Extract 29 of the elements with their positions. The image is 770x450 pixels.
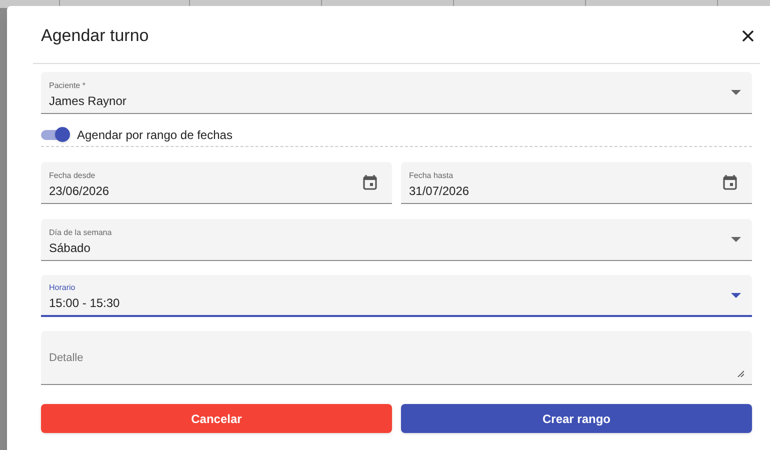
toggle-switch[interactable] — [41, 127, 70, 142]
dropdown-caret-icon — [731, 90, 741, 95]
field-label: Fecha hasta — [409, 170, 454, 180]
resize-handle-icon[interactable] — [737, 370, 744, 377]
date-field[interactable]: Fecha desde 23/06/2026 — [41, 162, 392, 204]
field-value: Sábado — [49, 240, 92, 256]
dropdown-caret-icon — [731, 237, 741, 242]
select-field[interactable]: Paciente * James Raynor — [41, 72, 752, 114]
field-value: 23/06/2026 — [49, 182, 110, 198]
field-value: James Raynor — [49, 92, 126, 108]
select-field[interactable]: Día de la semana Sábado — [41, 219, 752, 261]
field-value: 15:00 - 15:30 — [49, 295, 120, 311]
select-field[interactable]: Horario 15:00 - 15:30 — [41, 275, 752, 317]
date-field[interactable]: Fecha hasta 31/07/2026 — [401, 162, 752, 204]
toggle-label: Agendar por rango de fechas — [77, 126, 232, 144]
field-value: 31/07/2026 — [409, 182, 470, 198]
create-button[interactable]: Crear rango — [401, 404, 752, 433]
dialog-title: Agendar turno — [41, 24, 149, 47]
dropdown-caret-icon — [731, 292, 741, 298]
textarea-placeholder: Detalle — [49, 352, 84, 364]
field-label: Día de la semana — [49, 226, 112, 238]
calendar-icon[interactable] — [723, 175, 737, 190]
field-label: Fecha desde — [49, 170, 96, 180]
field-label: Horario — [49, 282, 76, 293]
cancel-button[interactable]: Cancelar — [41, 404, 392, 433]
field-label: Paciente * — [49, 80, 86, 90]
close-icon[interactable] — [740, 28, 756, 44]
calendar-icon[interactable] — [363, 175, 377, 190]
detail-textarea[interactable]: Detalle — [41, 331, 752, 385]
